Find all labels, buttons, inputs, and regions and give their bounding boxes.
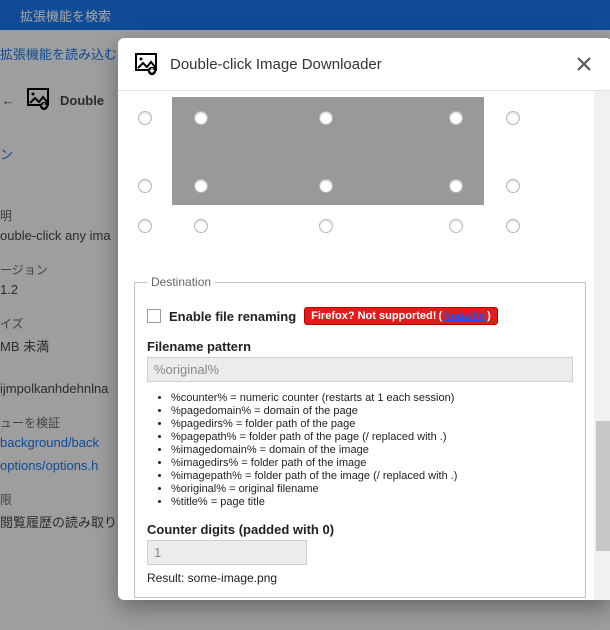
modal-header: Double-click Image Downloader xyxy=(118,38,610,90)
firefox-warning-badge: Firefox? Not supported! (bugzilla) xyxy=(304,307,498,325)
download-image-icon xyxy=(132,50,160,78)
close-icon xyxy=(577,57,591,71)
placeholder-item: %original% = original filename xyxy=(171,483,573,495)
position-radio[interactable] xyxy=(449,111,463,125)
enable-renaming-checkbox[interactable] xyxy=(147,309,161,323)
destination-fieldset: Destination Enable file renaming Firefox… xyxy=(134,275,586,598)
placeholder-item: %imagedomain% = domain of the image xyxy=(171,444,573,456)
scrollbar-thumb[interactable] xyxy=(596,421,610,551)
placeholder-item: %pagepath% = folder path of the page (/ … xyxy=(171,431,573,443)
options-scroll-area[interactable]: Destination Enable file renaming Firefox… xyxy=(132,91,588,600)
position-radio[interactable] xyxy=(138,219,152,233)
position-radio[interactable] xyxy=(194,219,208,233)
close-button[interactable] xyxy=(570,50,598,78)
position-radio[interactable] xyxy=(319,111,333,125)
placeholder-item: %imagedirs% = folder path of the image xyxy=(171,457,573,469)
position-radio[interactable] xyxy=(138,179,152,193)
position-radio[interactable] xyxy=(194,111,208,125)
counter-digits-label: Counter digits (padded with 0) xyxy=(147,522,573,537)
placeholder-item: %imagepath% = folder path of the image (… xyxy=(171,470,573,482)
position-radio[interactable] xyxy=(319,179,333,193)
placeholder-item: %title% = page title xyxy=(171,496,573,508)
placeholder-item: %pagedirs% = folder path of the page xyxy=(171,418,573,430)
position-radio[interactable] xyxy=(506,111,520,125)
filename-pattern-input[interactable] xyxy=(147,357,573,382)
position-radio[interactable] xyxy=(319,219,333,233)
options-modal: Double-click Image Downloader xyxy=(118,38,610,600)
position-radio[interactable] xyxy=(138,111,152,125)
counter-digits-input[interactable] xyxy=(147,540,307,565)
placeholder-list: %counter% = numeric counter (restarts at… xyxy=(171,392,573,508)
filename-pattern-label: Filename pattern xyxy=(147,339,573,354)
result-preview: Result: some-image.png xyxy=(147,571,573,585)
modal-title: Double-click Image Downloader xyxy=(170,56,570,73)
modal-body: Destination Enable file renaming Firefox… xyxy=(118,90,610,600)
position-radio[interactable] xyxy=(506,179,520,193)
scrollbar-track[interactable] xyxy=(594,91,610,600)
position-radio[interactable] xyxy=(194,179,208,193)
position-radio[interactable] xyxy=(449,179,463,193)
destination-legend: Destination xyxy=(147,275,215,289)
placeholder-item: %counter% = numeric counter (restarts at… xyxy=(171,392,573,404)
placeholder-item: %pagedomain% = domain of the page xyxy=(171,405,573,417)
bugzilla-link[interactable]: bugzilla xyxy=(444,310,485,322)
position-picker xyxy=(134,97,586,247)
position-radio[interactable] xyxy=(449,219,463,233)
enable-renaming-label: Enable file renaming xyxy=(169,309,296,324)
position-radio[interactable] xyxy=(506,219,520,233)
warning-text: Firefox? Not supported! xyxy=(311,310,436,322)
